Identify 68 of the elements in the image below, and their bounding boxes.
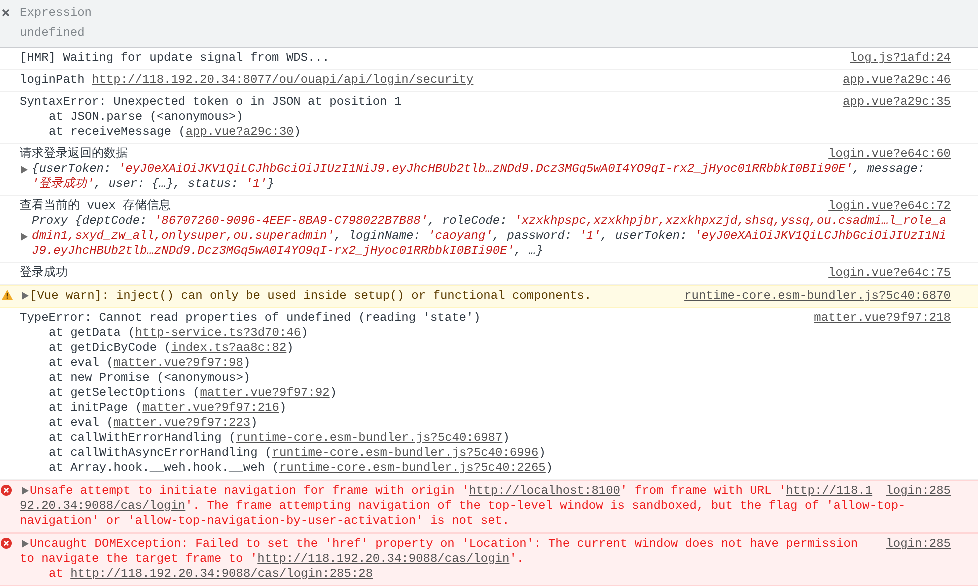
link[interactable]: http-service.ts?3d70:46 <box>135 326 302 340</box>
object-preview: Proxy {deptCode: '86707260-9096-4EEF-8BA9-C798022B7B88', roleCode: 'xzxkhpspc,xzxkhpjbr,xzxkhpxzjd,shsq,yssq,ou.csadmi…l_role_a <box>32 214 947 228</box>
stack-trace-line: at getData (http-service.ts?3d70:46) <box>49 326 308 340</box>
link[interactable]: matter.vue?9f97:92 <box>200 386 330 400</box>
link[interactable]: runtime-core.esm-bundler.js?5c40:2265 <box>279 461 546 475</box>
log-message: 请求登录返回的数据 <box>20 147 128 161</box>
object-preview: '登录成功', user: {…}, status: '1'} <box>32 177 274 191</box>
log-message: loginPath http://118.192.20.34:8077/ou/ouapi/api/login/security <box>20 73 474 87</box>
stack-trace-line: at new Promise (<anonymous>) <box>49 371 251 385</box>
log-message: 登录成功 <box>20 266 68 280</box>
error-message: Uncaught DOMException: Failed to set the 'href' property on 'Location': The current window does not have permission <box>30 537 858 551</box>
source-link[interactable]: log.js?1afd:24 <box>850 51 951 66</box>
error-icon <box>1 538 12 549</box>
error-message: to navigate the target frame to 'http://118.192.20.34:9088/cas/login'. <box>20 552 524 566</box>
source-link[interactable]: login:285 <box>886 537 951 552</box>
log-message: TypeError: Cannot read properties of undefined (reading 'state') <box>20 311 481 325</box>
stack-trace-line: at receiveMessage (app.vue?a29c:30) <box>49 125 302 139</box>
stack-trace-line: at Array.hook.__weh.hook.__weh (runtime-core.esm-bundler.js?5c40:2265) <box>49 461 554 475</box>
error-message: Unsafe attempt to initiate navigation for frame with origin 'http://localhost:8100' from frame with URL 'http://118.1 <box>30 484 873 498</box>
link[interactable]: http://118.192.20.34:9088/cas/login:285:28 <box>70 567 374 581</box>
stack-trace-line: at JSON.parse (<anonymous>) <box>49 110 244 124</box>
source-link[interactable]: login.vue?e64c:75 <box>828 266 951 281</box>
source-link[interactable]: login.vue?e64c:72 <box>828 199 951 214</box>
stack-trace-line: at http://118.192.20.34:9088/cas/login:285:28 <box>49 567 374 581</box>
expression-value: undefined <box>20 26 86 41</box>
expand-arrow-icon[interactable] <box>22 540 29 548</box>
stack-trace-line: at eval (matter.vue?9f97:98) <box>49 356 251 370</box>
link[interactable]: app.vue?a29c:30 <box>186 125 294 139</box>
link[interactable]: index.ts?aa8c:82 <box>171 341 287 355</box>
error-message: 92.20.34:9088/cas/login'. The frame attempting navigation of the top-level window is sandboxed, but the flag of 'allow-top- <box>20 499 906 513</box>
stack-trace-line: at getDicByCode (index.ts?aa8c:82) <box>49 341 294 355</box>
source-link[interactable]: app.vue?a29c:46 <box>842 73 951 88</box>
source-link[interactable]: matter.vue?9f97:218 <box>814 311 951 326</box>
expand-arrow-icon[interactable] <box>22 487 29 495</box>
expression-label: Expression <box>20 6 94 21</box>
stack-trace-line: at eval (matter.vue?9f97:223) <box>49 416 258 430</box>
expand-arrow-icon[interactable] <box>21 166 28 174</box>
stack-trace-line: at initPage (matter.vue?9f97:216) <box>49 401 287 415</box>
close-icon[interactable] <box>2 9 10 17</box>
link[interactable]: runtime-core.esm-bundler.js?5c40:6996 <box>272 446 539 460</box>
stack-trace-line: at callWithErrorHandling (runtime-core.esm-bundler.js?5c40:6987) <box>49 431 510 445</box>
expand-arrow-icon[interactable] <box>21 233 28 241</box>
error-icon <box>1 485 12 496</box>
link[interactable]: matter.vue?9f97:223 <box>114 416 251 430</box>
stack-trace-line: at getSelectOptions (matter.vue?9f97:92) <box>49 386 338 400</box>
link[interactable]: runtime-core.esm-bundler.js?5c40:6987 <box>236 431 503 445</box>
source-link[interactable]: login:285 <box>886 484 951 499</box>
source-link[interactable]: app.vue?a29c:35 <box>842 95 951 110</box>
warning-icon <box>2 290 13 300</box>
link[interactable]: http://118.192.20.34:8077/ou/ouapi/api/login/security <box>92 73 474 87</box>
log-message: [HMR] Waiting for update signal from WDS... <box>20 51 330 65</box>
link[interactable]: http://118.192.20.34:9088/cas/login <box>258 552 510 566</box>
source-link[interactable]: runtime-core.esm-bundler.js?5c40:6870 <box>684 289 951 304</box>
warning-message: [Vue warn]: inject() can only be used inside setup() or functional components. <box>30 289 592 303</box>
link[interactable]: matter.vue?9f97:98 <box>114 356 244 370</box>
link[interactable]: matter.vue?9f97:216 <box>142 401 280 415</box>
expand-arrow-icon[interactable] <box>22 292 29 300</box>
link[interactable]: 92.20.34:9088/cas/login <box>20 499 186 513</box>
log-message: SyntaxError: Unexpected token o in JSON at position 1 <box>20 95 402 109</box>
object-preview: {userToken: 'eyJ0eXAiOiJKV1QiLCJhbGciOiJIUzI1NiJ9.eyJhcHBUb2tlb…zNDd9.Dcz3MGq5wA0I4YO9qI-rx2_jHyoc01RRbbkI0BIi90E', message: <box>32 162 925 176</box>
log-message: 查看当前的 vuex 存储信息 <box>20 199 172 213</box>
stack-trace-line: at callWithAsyncErrorHandling (runtime-core.esm-bundler.js?5c40:6996) <box>49 446 546 460</box>
source-link[interactable]: login.vue?e64c:60 <box>828 147 951 162</box>
error-message: navigation' or 'allow-top-navigation-by-user-activation' is not set. <box>20 514 510 528</box>
link[interactable]: http://localhost:8100 <box>469 484 621 498</box>
object-preview: dmin1,sxyd_zw_all,onlysuper,ou.superadmin', loginName: 'caoyang', password: '1', userToken: 'eyJ0eXAiOiJKV1QiLCJhbGciOiJIUzI1Ni <box>32 229 947 243</box>
object-preview: J9.eyJhcHBUb2tlb…zNDd9.Dcz3MGq5wA0I4YO9qI-rx2_jHyoc01RRbbkI0BIi90E', …} <box>32 244 544 258</box>
link[interactable]: http://118.1 <box>786 484 873 498</box>
